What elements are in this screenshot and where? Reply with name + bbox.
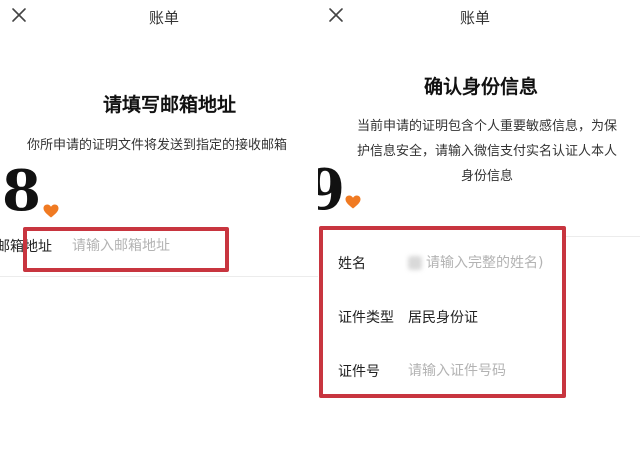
description-line-1: 当前申请的证明包含个人重要敏感信息，为保	[356, 119, 617, 134]
email-highlight-box	[23, 227, 229, 272]
step-number: 9	[318, 157, 345, 223]
divider	[566, 236, 640, 237]
email-step-panel: 账单 请填写邮箱地址 你所申请的证明文件将发送到指定的接收邮箱 8 邮箱地址	[0, 0, 318, 469]
divider	[0, 276, 318, 277]
page-title: 确认身份信息	[424, 76, 539, 98]
heart-icon	[43, 203, 59, 218]
heart-icon	[345, 194, 361, 209]
close-icon[interactable]	[325, 4, 347, 26]
description-line-2: 护信息安全，请输入微信支付实名认证人本人	[356, 144, 617, 159]
page-description: 当前申请的证明包含个人重要敏感信息，为保 护信息安全，请输入微信支付实名认证人本…	[342, 114, 632, 189]
identity-highlight-box	[319, 226, 566, 398]
identity-step-panel: 账单 确认身份信息 当前申请的证明包含个人重要敏感信息，为保 护信息安全，请输入…	[318, 0, 640, 469]
nav-title: 账单	[460, 9, 491, 27]
close-icon[interactable]	[8, 4, 30, 26]
page-title: 请填写邮箱地址	[103, 94, 237, 116]
nav-title: 账单	[149, 9, 180, 27]
page-description: 你所申请的证明文件将发送到指定的接收邮箱	[27, 138, 288, 153]
description-line-3: 身份信息	[460, 169, 513, 184]
step-number: 8	[2, 158, 41, 224]
